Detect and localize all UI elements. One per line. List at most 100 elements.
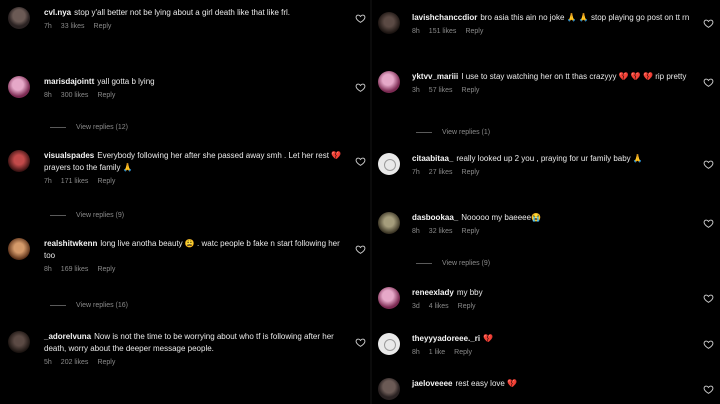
view-replies-link[interactable]: View replies (9) xyxy=(50,212,124,219)
comment-time: 8h xyxy=(44,266,52,273)
comment-body: realshitwkenn long live anotha beauty 😩 .… xyxy=(44,238,346,273)
comment-likes[interactable]: 4 likes xyxy=(429,303,449,310)
heart-outline-icon[interactable] xyxy=(703,18,714,29)
reply-button[interactable]: Reply xyxy=(462,228,480,235)
comment-meta: 5h 202 likes Reply xyxy=(44,359,346,366)
comment-body: lavishchanccdior bro asia this ain no jok… xyxy=(412,12,694,35)
avatar[interactable] xyxy=(378,153,400,175)
reply-button[interactable]: Reply xyxy=(454,349,472,356)
comment-likes[interactable]: 33 likes xyxy=(61,23,85,30)
reply-button[interactable]: Reply xyxy=(97,92,115,99)
view-replies-link[interactable]: View replies (1) xyxy=(416,129,490,136)
comment-username[interactable]: marisdajointt xyxy=(44,77,94,86)
reply-line-divider xyxy=(416,131,432,133)
comment-likes[interactable]: 300 likes xyxy=(61,92,89,99)
comment-text-row: dasbookaa_ Nooooo my baeeee😭 xyxy=(412,212,694,224)
view-replies-label[interactable]: View replies (9) xyxy=(442,260,490,267)
comment-username[interactable]: lavishchanccdior xyxy=(412,13,477,22)
reply-button[interactable]: Reply xyxy=(94,23,112,30)
heart-outline-icon[interactable] xyxy=(703,293,714,304)
comment-body: jaeloveeee rest easy love 💔 xyxy=(412,378,694,401)
reply-button[interactable]: Reply xyxy=(462,87,480,94)
avatar[interactable] xyxy=(8,7,30,29)
comment-meta: 3h 57 likes Reply xyxy=(412,87,694,94)
reply-button[interactable]: Reply xyxy=(458,303,476,310)
comment-likes[interactable]: 151 likes xyxy=(429,28,457,35)
view-replies-link[interactable]: View replies (16) xyxy=(50,302,128,309)
comment-text: stop y'all better not be lying about a g… xyxy=(74,8,291,17)
comment-likes[interactable]: 57 likes xyxy=(429,87,453,94)
comment-likes[interactable]: 27 likes xyxy=(429,169,453,176)
comment-meta: 3d 4 likes Reply xyxy=(412,303,694,310)
comment-likes[interactable]: 1 like xyxy=(429,349,445,356)
reply-button[interactable]: Reply xyxy=(465,28,483,35)
comment-text: Nooooo my baeeee😭 xyxy=(461,213,542,222)
comment-username[interactable]: cvl.nya xyxy=(44,8,71,17)
heart-outline-icon[interactable] xyxy=(355,82,366,93)
avatar[interactable] xyxy=(8,150,30,172)
view-replies-label[interactable]: View replies (16) xyxy=(76,302,128,309)
reply-button[interactable]: Reply xyxy=(97,266,115,273)
avatar[interactable] xyxy=(378,212,400,234)
comment-username[interactable]: jaeloveeee xyxy=(412,379,452,388)
view-replies-label[interactable]: View replies (9) xyxy=(76,212,124,219)
comment-username[interactable]: citaabitaa_ xyxy=(412,154,453,163)
comment-meta: 8h 300 likes Reply xyxy=(44,92,346,99)
comment-body: visualspades Everybody following her afte… xyxy=(44,150,346,185)
comment-body: yktvv_mariii I use to stay watching her o… xyxy=(412,71,694,94)
heart-outline-icon[interactable] xyxy=(703,339,714,350)
comment-likes[interactable]: 202 likes xyxy=(61,359,89,366)
view-replies-link[interactable]: View replies (9) xyxy=(416,260,490,267)
view-replies-label[interactable]: View replies (12) xyxy=(76,124,128,131)
comment-username[interactable]: reneexlady xyxy=(412,288,454,297)
avatar[interactable] xyxy=(378,287,400,309)
comment-username[interactable]: realshitwkenn xyxy=(44,239,97,248)
reply-line-divider xyxy=(50,126,66,128)
avatar[interactable] xyxy=(378,333,400,355)
avatar[interactable] xyxy=(378,12,400,34)
comments-column-right: lavishchanccdior bro asia this ain no jok… xyxy=(372,0,720,404)
comment-meta: 7h 27 likes Reply xyxy=(412,169,694,176)
reply-button[interactable]: Reply xyxy=(97,178,115,185)
comment-likes[interactable]: 171 likes xyxy=(61,178,89,185)
heart-outline-icon[interactable] xyxy=(355,244,366,255)
heart-outline-icon[interactable] xyxy=(355,13,366,24)
comment-text-row: citaabitaa_ really looked up 2 you , pray… xyxy=(412,153,694,165)
comment-username[interactable]: theyyyadoreee._ri xyxy=(412,334,480,343)
avatar[interactable] xyxy=(378,71,400,93)
heart-outline-icon[interactable] xyxy=(703,159,714,170)
comment-text-row: lavishchanccdior bro asia this ain no jok… xyxy=(412,12,694,24)
comment-meta: 8h 32 likes Reply xyxy=(412,228,694,235)
comment-username[interactable]: visualspades xyxy=(44,151,94,160)
comment-username[interactable]: yktvv_mariii xyxy=(412,72,458,81)
comment-text-row: theyyyadoreee._ri 💔 xyxy=(412,333,694,345)
heart-outline-icon[interactable] xyxy=(355,156,366,167)
reply-line-divider xyxy=(416,262,432,264)
comment-username[interactable]: _adorelvuna xyxy=(44,332,91,341)
reply-button[interactable]: Reply xyxy=(462,169,480,176)
comment-text: 💔 xyxy=(483,334,494,343)
avatar[interactable] xyxy=(8,331,30,353)
comment-text-row: _adorelvuna Now is not the time to be wor… xyxy=(44,331,346,355)
avatar[interactable] xyxy=(378,378,400,400)
comment-body: reneexlady my bby 3d 4 likes Reply xyxy=(412,287,694,310)
avatar[interactable] xyxy=(8,76,30,98)
comment-time: 8h xyxy=(412,349,420,356)
view-replies-label[interactable]: View replies (1) xyxy=(442,129,490,136)
heart-outline-icon[interactable] xyxy=(703,218,714,229)
reply-button[interactable]: Reply xyxy=(97,359,115,366)
comment-meta: 8h 151 likes Reply xyxy=(412,28,694,35)
comment-body: marisdajointt yall gotta b lying 8h 300 lik… xyxy=(44,76,346,99)
comment-likes[interactable]: 32 likes xyxy=(429,228,453,235)
heart-outline-icon[interactable] xyxy=(703,384,714,395)
heart-outline-icon[interactable] xyxy=(703,77,714,88)
avatar[interactable] xyxy=(8,238,30,260)
comment-time: 7h xyxy=(412,169,420,176)
comment-text-row: visualspades Everybody following her afte… xyxy=(44,150,346,174)
view-replies-link[interactable]: View replies (12) xyxy=(50,124,128,131)
heart-outline-icon[interactable] xyxy=(355,337,366,348)
comment-likes[interactable]: 169 likes xyxy=(61,266,89,273)
comment-text-row: realshitwkenn long live anotha beauty 😩 .… xyxy=(44,238,346,262)
comment-text: I use to stay watching her on tt thas cr… xyxy=(461,72,687,81)
comment-username[interactable]: dasbookaa_ xyxy=(412,213,458,222)
